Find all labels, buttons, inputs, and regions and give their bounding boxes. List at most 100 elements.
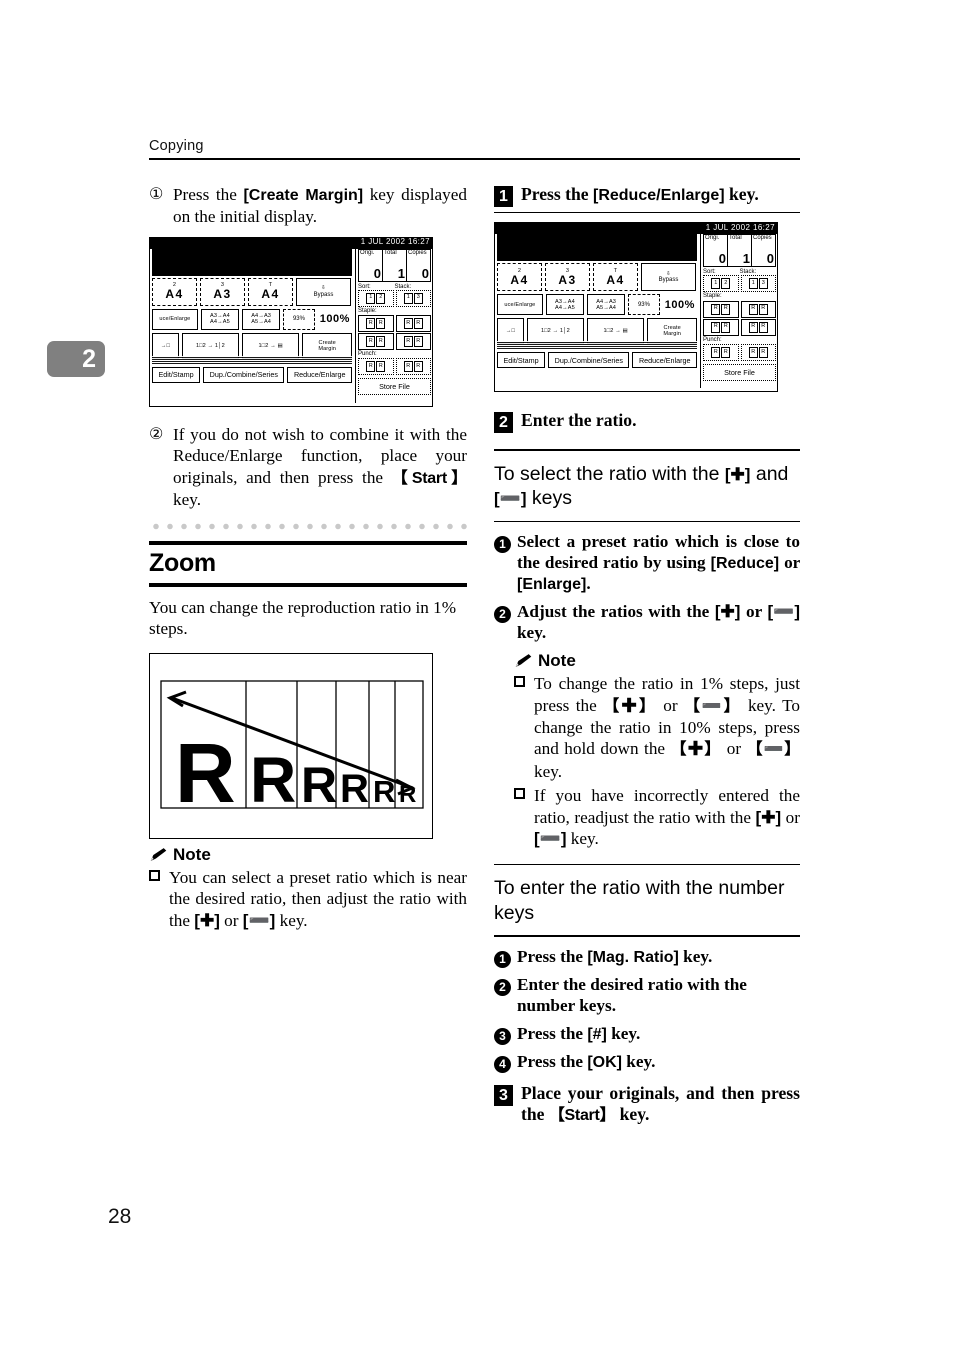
lcd2-store-file-key[interactable]: Store File xyxy=(703,363,776,381)
lcd-bypass-key[interactable]: ⇩ Bypass xyxy=(296,277,351,306)
lcd2-punch-row: R R R R xyxy=(703,343,776,361)
lcd-preset-ratio-3[interactable]: 93% xyxy=(283,308,315,330)
staple-card-icon-7b: R xyxy=(721,321,731,333)
staple-card-icon-1b: R xyxy=(376,317,386,329)
lcd2-staple-key-4[interactable]: R R xyxy=(740,318,776,336)
lcd2-bypass-key[interactable]: ⇩ Bypass xyxy=(641,263,696,292)
lcd2-counter-original: Origi. 0 xyxy=(703,234,727,268)
lcd2-stack-key[interactable]: 1 3 xyxy=(740,275,776,293)
lcd-paper-key-3[interactable]: T A4 xyxy=(248,277,293,306)
running-head: Copying xyxy=(149,138,204,154)
lcd-reduce-enlarge-label: uce/Enlarge xyxy=(159,316,191,323)
lcd2-staple-key-3[interactable]: R R xyxy=(703,318,739,336)
lcd2-hatched-divider xyxy=(497,341,697,350)
punch-card-icon-3a: R xyxy=(711,346,721,358)
lcd-preset-ratio-2-line2: A5→A4 xyxy=(251,319,271,326)
lcd2-staple-key-1[interactable]: R R xyxy=(703,300,739,318)
right-note-bullet-1-marker xyxy=(514,673,527,782)
lcd-stack-key[interactable]: 1 3 xyxy=(395,289,431,307)
lcd-paper-key-2[interactable]: 3 A3 xyxy=(200,277,245,306)
lcd2-preset-ratio-3[interactable]: 93% xyxy=(628,294,660,316)
right-step-1: 1 Press the [Reduce/Enlarge] key. xyxy=(494,184,800,207)
right-substep-2-3-text: Press the [#] key. xyxy=(517,1024,800,1045)
rnote1-i: key. xyxy=(534,761,562,781)
lcd2-staple-key-2[interactable]: R R xyxy=(740,300,776,318)
right-step-2: 2 Enter the ratio. xyxy=(494,410,800,434)
lcd-preset-ratio-2[interactable]: A4→A3 A5→A4 xyxy=(242,308,281,330)
lcd2-tab-reduce-enlarge[interactable]: Reduce/Enlarge xyxy=(632,352,697,369)
right-substep-2-3-number: 3 xyxy=(494,1027,511,1045)
lcd2-punch-key-2[interactable]: R R xyxy=(740,343,776,361)
lcd2-punch-label: Punch: xyxy=(703,336,722,343)
enlarge-key-ref: [Enlarge] xyxy=(517,576,587,594)
lcd-paper-key-1[interactable]: 2 A4 xyxy=(152,277,197,306)
lcd-sort-key[interactable]: 1 2 xyxy=(358,289,394,307)
lcd-tab-edit-stamp[interactable]: Edit/Stamp xyxy=(152,366,201,383)
stack-card-icon-b: 3 xyxy=(413,292,423,304)
substep23-a: Press the xyxy=(517,1023,588,1043)
right-substep-1-2-text: Adjust the ratios with the [✚] or [➖] ke… xyxy=(517,602,800,644)
lcd-counter-original: Origi. 0 xyxy=(358,248,382,282)
left-step-2-part-c: key. xyxy=(173,489,201,509)
subhead-plus-minus-keys: To select the ratio with the [✚] and [➖]… xyxy=(494,451,800,521)
lcd2-preset-ratio-1-line2: A4→A5 xyxy=(555,304,575,311)
lcd-staple-key-2[interactable]: R R xyxy=(395,314,431,332)
right-substep-2-4-text: Press the [OK] key. xyxy=(517,1052,800,1073)
lcd-punch-key-2[interactable]: R R xyxy=(395,358,431,376)
lcd2-counter-copies-value: 0 xyxy=(766,251,774,267)
lcd-tab-dup-combine-series[interactable]: Dup./Combine/Series xyxy=(203,366,285,383)
substep12-a: Adjust the ratios with the xyxy=(517,602,715,622)
lcd2-ratio-row: uce/Enlarge A3→A4 A4→A5 A4→A3 A5→A4 93% … xyxy=(497,294,697,316)
lcd2-tab-dup-combine-series[interactable]: Dup./Combine/Series xyxy=(548,352,630,369)
lcd-preset-ratio-1[interactable]: A3→A4 A4→A5 xyxy=(200,308,239,330)
combine-icon-4: 1□2 → ▤ xyxy=(603,328,628,335)
lcd2-reduce-enlarge-key[interactable]: uce/Enlarge xyxy=(497,294,543,316)
lcd-create-margin-line2: Margin xyxy=(318,345,337,352)
substep21-a: Press the xyxy=(517,946,588,966)
lcd2-punch-key-1[interactable]: R R xyxy=(703,343,739,361)
lcd-store-file-key[interactable]: Store File xyxy=(358,378,431,396)
right-note-header: Note xyxy=(514,651,800,671)
lcd-counter-copies-value: 0 xyxy=(421,265,429,281)
combine-icon-2: 1□2 → ▤ xyxy=(258,342,283,349)
staple-card-icon-6a: R xyxy=(748,303,758,315)
lcd-screenshot-reduce-enlarge: 1 JUL 2002 16:27 2 A4 3 A3 T A4 ⇩ Bypass… xyxy=(494,222,778,393)
plus-hardkey-ref-2: 【✚】 xyxy=(670,741,722,759)
left-note-bullet-text: You can select a preset ratio which is n… xyxy=(169,867,467,932)
mag-ratio-key-ref: [Mag. Ratio] xyxy=(587,948,679,966)
lcd-hatched-divider xyxy=(152,355,352,364)
square-bullet-icon-r1 xyxy=(514,676,525,688)
lcd-staple-key-1[interactable]: R R xyxy=(358,314,394,332)
lcd2-paper-key-2[interactable]: 3 A3 xyxy=(545,263,590,292)
lcd2-sort-key[interactable]: 1 2 xyxy=(703,275,739,293)
hash-key-ref: [#] xyxy=(587,1025,607,1043)
lcd-punch-key-1[interactable]: R R xyxy=(358,358,394,376)
lcd-staple-key-3[interactable]: R R xyxy=(358,332,394,350)
substep24-c: key. xyxy=(621,1051,656,1071)
subhead1-part-e: keys xyxy=(526,487,573,510)
left-note-part-c: or xyxy=(219,910,243,930)
right-note-bullet-1-text: To change the ratio in 1% steps, just pr… xyxy=(534,673,800,782)
left-step-1-marker: ① xyxy=(149,186,164,203)
lcd2-preset-ratio-1[interactable]: A3→A4 A4→A5 xyxy=(545,294,584,316)
lcd-tab-reduce-enlarge[interactable]: Reduce/Enlarge xyxy=(287,366,352,383)
lcd2-counter-copies-label: Copies xyxy=(753,235,772,242)
lcd2-counter-original-value: 0 xyxy=(718,251,726,267)
lcd2-tab-edit-stamp[interactable]: Edit/Stamp xyxy=(497,352,546,369)
stack-card-icon-c: 1 xyxy=(748,278,758,290)
lcd2-paper-key-3[interactable]: T A4 xyxy=(593,263,638,292)
lcd-datetime: 1 JUL 2002 16:27 xyxy=(360,237,430,247)
svg-text:R: R xyxy=(250,744,296,816)
lcd-staple-key-4[interactable]: R R xyxy=(395,332,431,350)
staple-card-icon-4a: R xyxy=(403,335,413,347)
lcd2-preset-ratio-2[interactable]: A4→A3 A5→A4 xyxy=(587,294,626,316)
lcd-ratio-row: uce/Enlarge A3→A4 A4→A5 A4→A3 A5→A4 93% … xyxy=(152,308,352,330)
duplex-icon-3: →□ xyxy=(505,328,515,335)
lcd2-counter-copies: Copies 0 xyxy=(751,234,776,268)
lcd-screenshot-initial-display: 1 JUL 2002 16:27 2 A4 3 A3 T A4 ⇩ Bypass… xyxy=(149,236,433,407)
minus-key-ref-sub1: [➖] xyxy=(494,489,527,509)
lcd2-paper-key-1[interactable]: 2 A4 xyxy=(497,263,542,292)
lcd-reduce-enlarge-key[interactable]: uce/Enlarge xyxy=(152,308,198,330)
lcd2-bottom-tabs: Edit/Stamp Dup./Combine/Series Reduce/En… xyxy=(497,352,697,369)
left-note-bullet-marker xyxy=(149,867,162,932)
